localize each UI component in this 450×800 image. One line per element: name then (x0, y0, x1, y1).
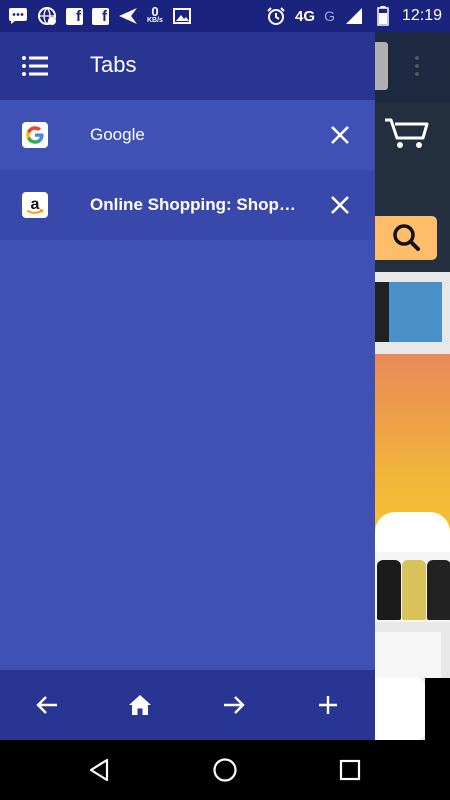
background-url-bar (375, 42, 388, 90)
network-speed-value: 0 (151, 4, 159, 19)
clock-time: 12:19 (401, 7, 442, 24)
background-shirt (402, 560, 426, 620)
system-home-button[interactable] (210, 755, 240, 785)
facebook-icon: f (66, 7, 83, 25)
plus-icon (319, 696, 337, 714)
new-tab-button[interactable] (312, 689, 344, 721)
amazon-a-icon: a (22, 192, 48, 218)
background-shirt (377, 560, 401, 620)
background-popup (375, 678, 425, 740)
send-arrow-icon (118, 6, 138, 26)
background-dark-area (425, 678, 450, 740)
network-type: 4G (295, 7, 316, 25)
signal-icon (344, 6, 364, 26)
drawer-bottom-toolbar (0, 670, 375, 740)
status-bar-notifications: f f 0 KB/s (8, 4, 192, 26)
back-button[interactable] (31, 689, 63, 721)
cart-icon (385, 118, 429, 148)
tab-item-amazon[interactable]: a Online Shopping: Shop… (0, 170, 375, 240)
background-search-button (375, 216, 437, 260)
recents-square-icon (339, 759, 361, 781)
home-button[interactable] (124, 689, 156, 721)
close-icon (331, 126, 349, 144)
home-icon (129, 695, 151, 715)
facebook-icon: f (92, 7, 109, 25)
home-circle-icon (213, 758, 237, 782)
list-menu-icon[interactable] (22, 56, 48, 76)
drawer-header: Tabs (0, 32, 375, 100)
system-back-button[interactable] (84, 755, 114, 785)
alarm-clock-icon (266, 6, 286, 26)
close-icon (331, 196, 349, 214)
tab-title: Online Shopping: Shop… (90, 195, 296, 214)
background-toolbar (375, 32, 450, 102)
background-banner-cloud (375, 512, 450, 552)
battery-icon (373, 6, 393, 26)
network-speed: 0 KB/s (147, 4, 163, 25)
system-recents-button[interactable] (335, 755, 365, 785)
carrier-label: G (324, 8, 335, 24)
system-navigation-bar (0, 740, 450, 800)
forward-button[interactable] (218, 689, 250, 721)
svg-text:a: a (31, 196, 40, 213)
background-card (375, 632, 441, 678)
status-bar: f f 0 KB/s 4G G 12:19 (0, 0, 450, 32)
globe-download-icon (37, 6, 57, 26)
close-tab-button[interactable] (326, 121, 354, 149)
status-bar-system: 4G G 12:19 (266, 6, 442, 26)
chat-bubble-icon (8, 6, 28, 26)
background-site-header (375, 102, 450, 272)
google-g-icon (22, 122, 48, 148)
background-promo-dark (375, 282, 389, 342)
background-shirt (427, 560, 450, 620)
phone-screen: f f 0 KB/s 4G G 12:19 Tabs Google a Onli… (0, 0, 450, 800)
forward-arrow-icon (224, 696, 245, 714)
back-arrow-icon (36, 696, 57, 714)
close-tab-button[interactable] (326, 191, 354, 219)
background-webpage[interactable] (375, 32, 450, 740)
network-speed-unit: KB/s (147, 17, 163, 24)
tab-title: Google (90, 125, 145, 144)
tab-item-google[interactable]: Google (0, 100, 375, 170)
search-icon (393, 224, 420, 251)
drawer-title: Tabs (90, 52, 137, 77)
tab-list: Google a Online Shopping: Shop… (0, 100, 375, 240)
back-triangle-icon (89, 758, 109, 782)
image-icon (172, 6, 192, 26)
overflow-menu-icon (415, 56, 419, 80)
tabs-drawer: Tabs Google a Online Shopping: Shop… (0, 0, 375, 740)
